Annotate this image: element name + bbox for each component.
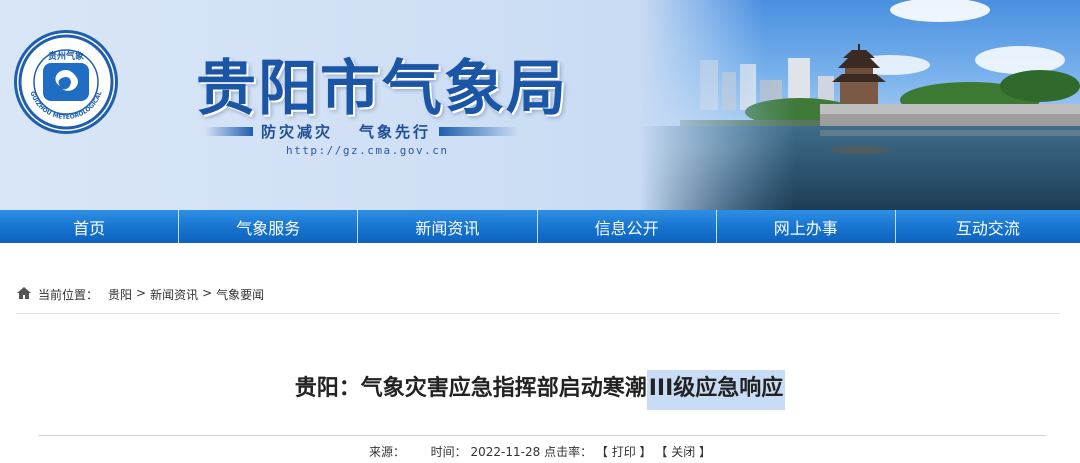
breadcrumb-item-guiyang[interactable]: 贵阳 xyxy=(108,286,132,303)
nav-item-home[interactable]: 首页 xyxy=(0,210,178,243)
article-title-main: 贵阳：气象灾害应急指挥部启动寒潮 xyxy=(294,376,647,401)
slogan-left: 防灾减灾 xyxy=(261,122,334,141)
slogan-bar-right xyxy=(439,126,520,136)
nav-item-weather-service[interactable]: 气象服务 xyxy=(179,210,357,243)
article-title: 贵阳：气象灾害应急指挥部启动寒潮III级应急响应 xyxy=(0,370,1080,410)
close-link[interactable]: 【 关闭 】 xyxy=(655,443,711,460)
site-url: http://gz.cma.gov.cn xyxy=(286,144,449,157)
slogan: 防灾减灾 气象先行 xyxy=(205,120,520,142)
publish-date: 2022-11-28 xyxy=(470,445,541,459)
clicks-label: 点击率： xyxy=(544,445,593,459)
article-meta: 来源： 时间： 2022-11-28 点击率： 【 打印 】 【 关闭 】 xyxy=(0,443,1080,460)
slogan-right: 气象先行 xyxy=(359,122,432,141)
article-title-highlight: III级应急响应 xyxy=(646,370,786,410)
nav-item-online-services[interactable]: 网上办事 xyxy=(717,210,895,243)
header-banner: 贵州气象 GUIZHOU METEOROLOGICAL 贵阳市气象局 防灾减灾 … xyxy=(0,0,1080,210)
print-link[interactable]: 【 打印 】 xyxy=(596,443,652,460)
main-nav: 首页 气象服务 新闻资讯 信息公开 网上办事 互动交流 xyxy=(0,210,1080,243)
breadcrumb-separator: > xyxy=(202,286,213,300)
home-icon xyxy=(17,287,31,299)
breadcrumb-item-news[interactable]: 新闻资讯 xyxy=(150,286,198,303)
source-label: 来源： xyxy=(368,445,405,459)
breadcrumb: 当前位置： 贵阳 > 新闻资讯 > 气象要闻 xyxy=(16,282,1060,314)
nav-item-interaction[interactable]: 互动交流 xyxy=(896,210,1080,243)
logo-text-top: 贵州气象 xyxy=(48,50,84,62)
nav-item-news[interactable]: 新闻资讯 xyxy=(358,210,536,243)
breadcrumb-item-weather-news[interactable]: 气象要闻 xyxy=(216,286,264,303)
cma-logo: 贵州气象 GUIZHOU METEOROLOGICAL xyxy=(14,30,118,134)
nav-item-info-disclosure[interactable]: 信息公开 xyxy=(538,210,716,243)
site-title: 贵阳市气象局 xyxy=(196,54,568,124)
title-divider xyxy=(38,435,1046,436)
slogan-bar-left xyxy=(205,126,253,136)
breadcrumb-prefix: 当前位置： xyxy=(38,288,99,302)
breadcrumb-separator: > xyxy=(136,286,147,300)
banner-scenery-image xyxy=(640,0,1080,210)
time-label: 时间： xyxy=(430,445,467,459)
